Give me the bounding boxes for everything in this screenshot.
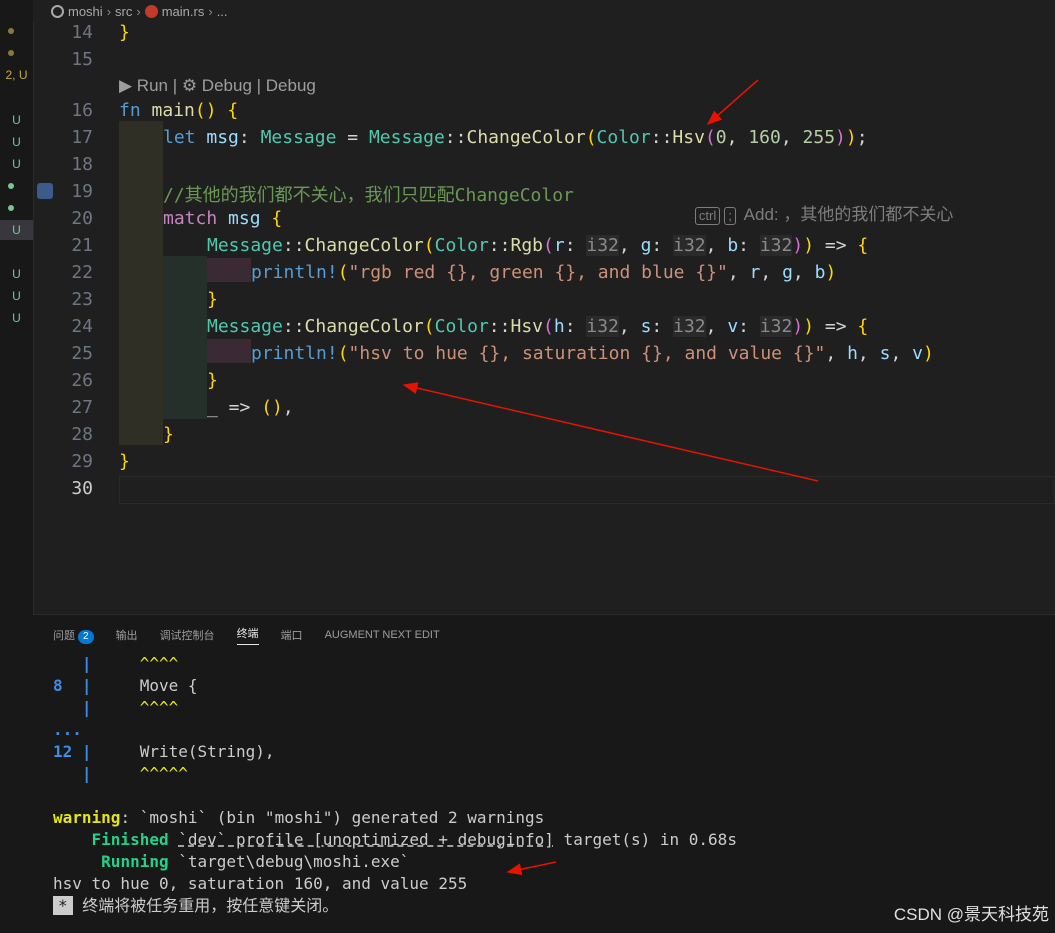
arrow-to-output [506,861,557,876]
arrow-to-match-arm [402,382,819,482]
annotation-arrows [402,79,819,876]
arrow-to-hsv [706,79,759,125]
